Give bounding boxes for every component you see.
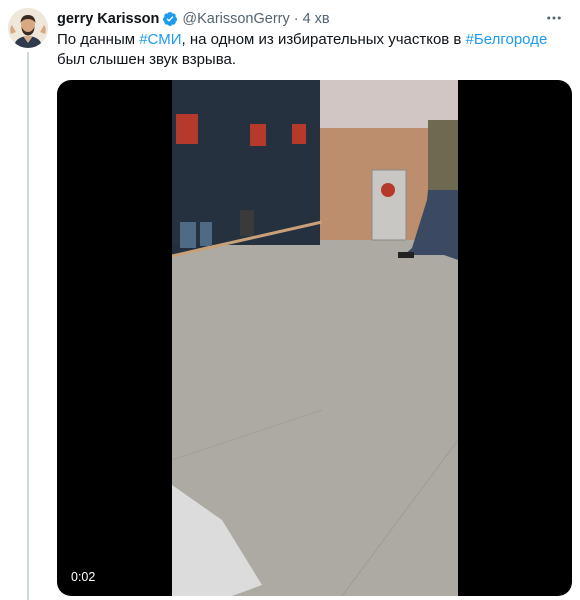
more-horizontal-icon bbox=[547, 16, 561, 20]
video-still-image bbox=[172, 80, 458, 596]
more-options-button[interactable] bbox=[542, 6, 566, 30]
separator-dot: · bbox=[293, 11, 299, 27]
tweet-text-part: , на одном из избирательных участков в bbox=[181, 31, 466, 48]
author-handle[interactable]: @KarissonGerry bbox=[182, 11, 289, 27]
verified-badge-icon bbox=[163, 12, 178, 26]
tweet-header: gerry Karisson @KarissonGerry · 4 хв bbox=[57, 9, 330, 29]
tweet-text: По данным #СМИ, на одном из избирательны… bbox=[57, 30, 562, 70]
tweet-text-part: был слышен звук взрыва. bbox=[57, 51, 237, 68]
avatar-image bbox=[8, 8, 48, 48]
tweet-text-part: По данным bbox=[57, 31, 140, 48]
author-name[interactable]: gerry Karisson bbox=[57, 11, 159, 27]
hashtag-link-belgorod[interactable]: #Белгороде bbox=[466, 31, 548, 48]
hashtag-link-smi[interactable]: #СМИ bbox=[139, 31, 181, 48]
tweet-timestamp[interactable]: 4 хв bbox=[303, 11, 330, 27]
thread-line bbox=[27, 52, 29, 600]
tweet-card[interactable]: gerry Karisson @KarissonGerry · 4 хв По … bbox=[0, 0, 580, 600]
avatar[interactable] bbox=[8, 8, 48, 48]
video-player[interactable]: 0:02 bbox=[57, 80, 572, 596]
video-duration-badge: 0:02 bbox=[65, 568, 102, 586]
video-frame bbox=[172, 80, 458, 596]
